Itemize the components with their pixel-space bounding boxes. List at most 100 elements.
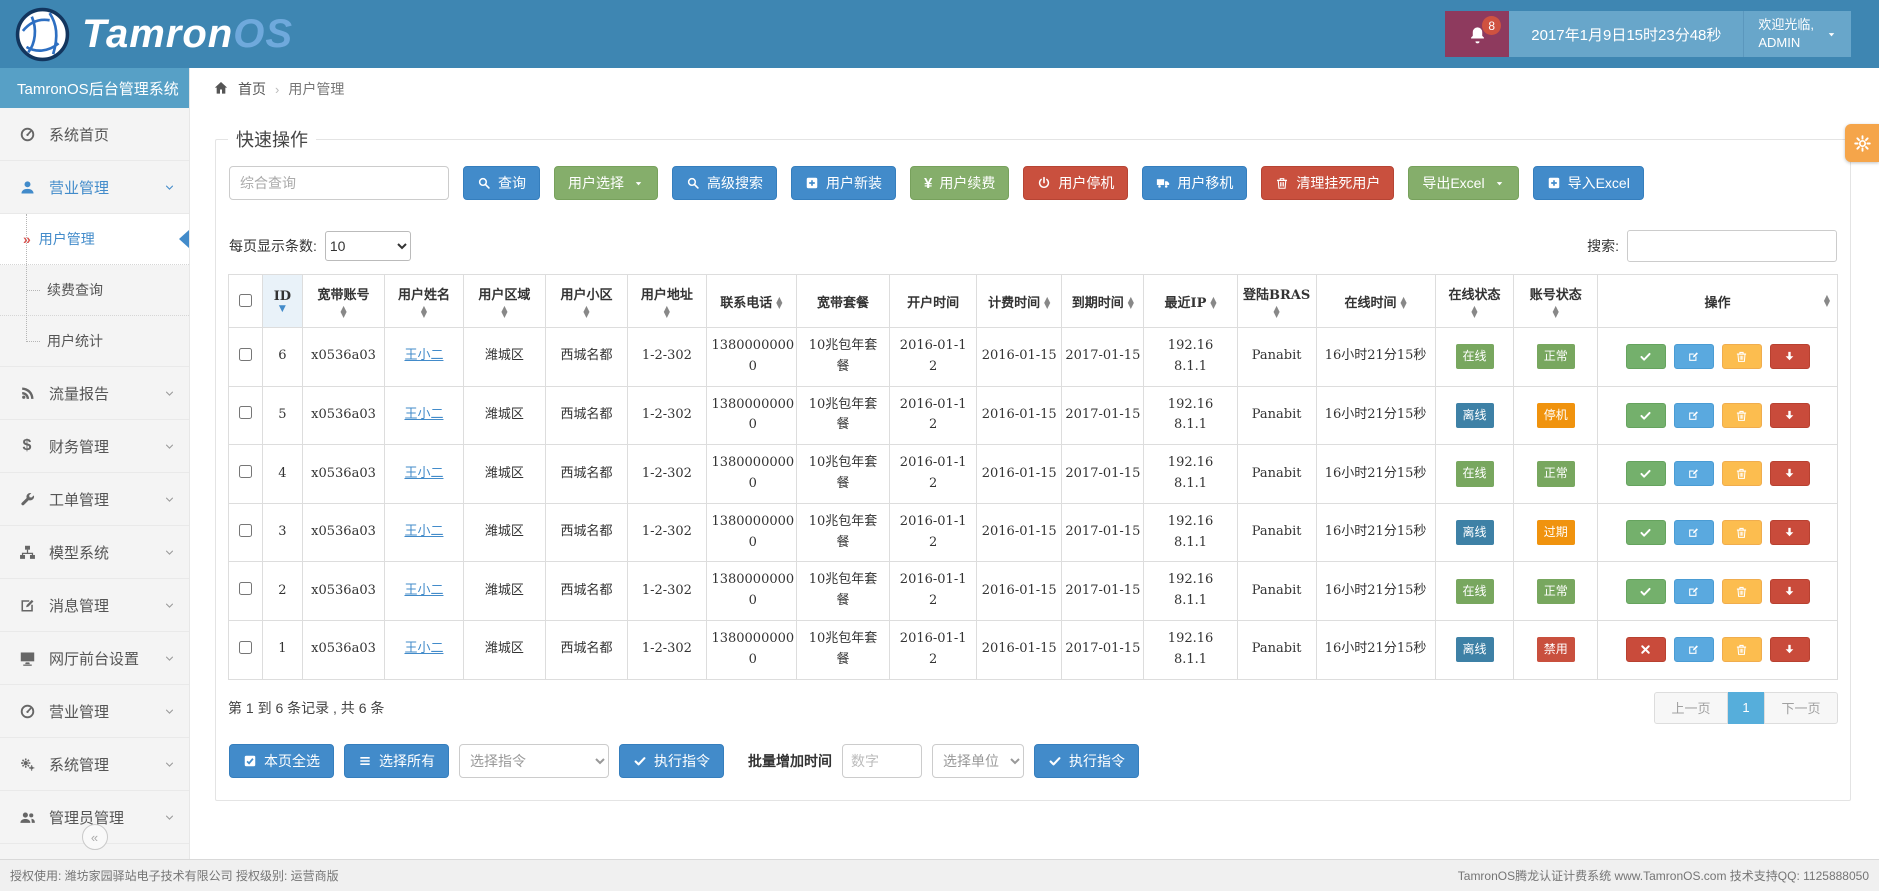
activate-button[interactable] [1626, 403, 1666, 428]
user-move-button[interactable]: 用户移机 [1142, 166, 1247, 200]
unit-select[interactable]: 选择单位 [932, 744, 1024, 778]
row-checkbox[interactable] [239, 406, 252, 419]
edit-button[interactable] [1674, 637, 1714, 662]
sidebar-item-8[interactable]: 营业管理 [0, 685, 189, 738]
user-new-button[interactable]: 用户新装 [791, 166, 896, 200]
batch-number-input[interactable] [842, 744, 922, 778]
row-checkbox[interactable] [239, 348, 252, 361]
column-header[interactable]: 在线状态▲▼ [1435, 275, 1514, 328]
edit-button[interactable] [1674, 344, 1714, 369]
advanced-search-button[interactable]: 高级搜索 [672, 166, 777, 200]
sidebar-item-4[interactable]: 工单管理 [0, 473, 189, 526]
column-header[interactable]: 联系电话▲▼ [706, 275, 796, 328]
user-name-link[interactable]: 王小二 [404, 583, 443, 598]
user-renew-button[interactable]: ¥用户续费 [910, 166, 1009, 200]
chevron-down-icon [164, 600, 175, 611]
prev-page-button[interactable]: 上一页 [1654, 692, 1728, 724]
row-checkbox[interactable] [239, 524, 252, 537]
query-button[interactable]: 查询 [463, 166, 540, 200]
user-name-link[interactable]: 王小二 [404, 348, 443, 363]
row-checkbox[interactable] [239, 641, 252, 654]
home-icon[interactable] [213, 80, 229, 99]
sidebar-item-3[interactable]: $财务管理 [0, 420, 189, 473]
delete-button[interactable] [1722, 403, 1762, 428]
sidebar-item-2[interactable]: 流量报告 [0, 367, 189, 420]
execute-command-button[interactable]: 执行指令 [619, 744, 724, 778]
column-header[interactable]: 操作▲▼ [1598, 275, 1838, 328]
edit-button[interactable] [1674, 520, 1714, 545]
export-excel-button[interactable]: 导出Excel [1408, 166, 1518, 200]
sidebar-item-0[interactable]: 系统首页 [0, 108, 189, 161]
column-header[interactable]: 最近IP▲▼ [1144, 275, 1237, 328]
download-button[interactable] [1770, 344, 1810, 369]
row-checkbox[interactable] [239, 465, 252, 478]
notifications-button[interactable]: 8 [1445, 11, 1509, 57]
column-header[interactable]: 登陆BRAS▲▼ [1237, 275, 1316, 328]
combined-query-input[interactable] [229, 166, 449, 200]
clean-dead-users-button[interactable]: 清理挂死用户 [1261, 166, 1394, 200]
deactivate-button[interactable] [1626, 637, 1666, 662]
search-icon [686, 176, 700, 190]
user-name-link[interactable]: 王小二 [404, 407, 443, 422]
column-header[interactable]: 开户时间 [890, 275, 977, 328]
settings-fab-button[interactable] [1845, 124, 1879, 162]
account-menu[interactable]: 欢迎光临, ADMIN [1743, 11, 1851, 57]
download-button[interactable] [1770, 403, 1810, 428]
delete-button[interactable] [1722, 520, 1762, 545]
command-select[interactable]: 选择指令 [459, 744, 609, 778]
user-select-button[interactable]: 用户选择 [554, 166, 658, 200]
breadcrumb-home[interactable]: 首页 [238, 79, 266, 99]
column-header[interactable]: 用户区域▲▼ [463, 275, 545, 328]
table-search-input[interactable] [1627, 230, 1837, 262]
edit-button[interactable] [1674, 461, 1714, 486]
sidebar-item-1[interactable]: 营业管理 [0, 161, 189, 214]
user-name-link[interactable]: 王小二 [404, 466, 443, 481]
sidebar-item-6[interactable]: 消息管理 [0, 579, 189, 632]
next-page-button[interactable]: 下一页 [1764, 692, 1838, 724]
user-name-link[interactable]: 王小二 [404, 524, 443, 539]
row-checkbox[interactable] [239, 582, 252, 595]
delete-button[interactable] [1722, 579, 1762, 604]
download-button[interactable] [1770, 579, 1810, 604]
edit-button[interactable] [1674, 579, 1714, 604]
bulk-actions-bar: 本页全选 选择所有 选择指令 执行指令 批量增加时间 选 [229, 744, 1838, 778]
column-header[interactable]: ID▼ [262, 275, 302, 328]
column-header[interactable]: 账号状态▲▼ [1514, 275, 1598, 328]
select-page-button[interactable]: 本页全选 [229, 744, 334, 778]
column-header[interactable]: 宽带套餐 [796, 275, 889, 328]
delete-button[interactable] [1722, 637, 1762, 662]
column-header[interactable]: 计费时间▲▼ [977, 275, 1062, 328]
execute-batch-button[interactable]: 执行指令 [1034, 744, 1139, 778]
download-button[interactable] [1770, 637, 1810, 662]
activate-button[interactable] [1626, 461, 1666, 486]
column-header[interactable]: 用户姓名▲▼ [385, 275, 464, 328]
column-header[interactable]: 到期时间▲▼ [1062, 275, 1144, 328]
per-page-select[interactable]: 10 [325, 231, 411, 261]
column-header[interactable]: 宽带账号▲▼ [303, 275, 385, 328]
sidebar-subitem[interactable]: »用户管理 [0, 214, 189, 265]
activate-button[interactable] [1626, 344, 1666, 369]
delete-button[interactable] [1722, 344, 1762, 369]
edit-button[interactable] [1674, 403, 1714, 428]
activate-button[interactable] [1626, 520, 1666, 545]
sidebar-collapse-button[interactable]: « [82, 824, 108, 850]
column-header[interactable]: 用户地址▲▼ [627, 275, 706, 328]
sidebar-item-5[interactable]: 模型系统 [0, 526, 189, 579]
import-excel-button[interactable]: 导入Excel [1533, 166, 1644, 200]
download-button[interactable] [1770, 461, 1810, 486]
column-header[interactable]: 在线时间▲▼ [1316, 275, 1435, 328]
current-page-button[interactable]: 1 [1728, 692, 1764, 724]
user-name-link[interactable]: 王小二 [404, 641, 443, 656]
activate-button[interactable] [1626, 579, 1666, 604]
column-header[interactable]: 用户小区▲▼ [545, 275, 627, 328]
select-all-checkbox[interactable] [239, 294, 252, 307]
select-all-button[interactable]: 选择所有 [344, 744, 449, 778]
sidebar-subitem[interactable]: 续费查询 [0, 265, 189, 316]
sidebar-item-9[interactable]: 系统管理 [0, 738, 189, 791]
user-stop-button[interactable]: 用户停机 [1023, 166, 1128, 200]
sidebar-item-7[interactable]: 网厅前台设置 [0, 632, 189, 685]
sidebar-subitem[interactable]: 用户统计 [0, 316, 189, 366]
users-table: ID▼宽带账号▲▼用户姓名▲▼用户区域▲▼用户小区▲▼用户地址▲▼联系电话▲▼宽… [228, 274, 1838, 680]
delete-button[interactable] [1722, 461, 1762, 486]
download-button[interactable] [1770, 520, 1810, 545]
